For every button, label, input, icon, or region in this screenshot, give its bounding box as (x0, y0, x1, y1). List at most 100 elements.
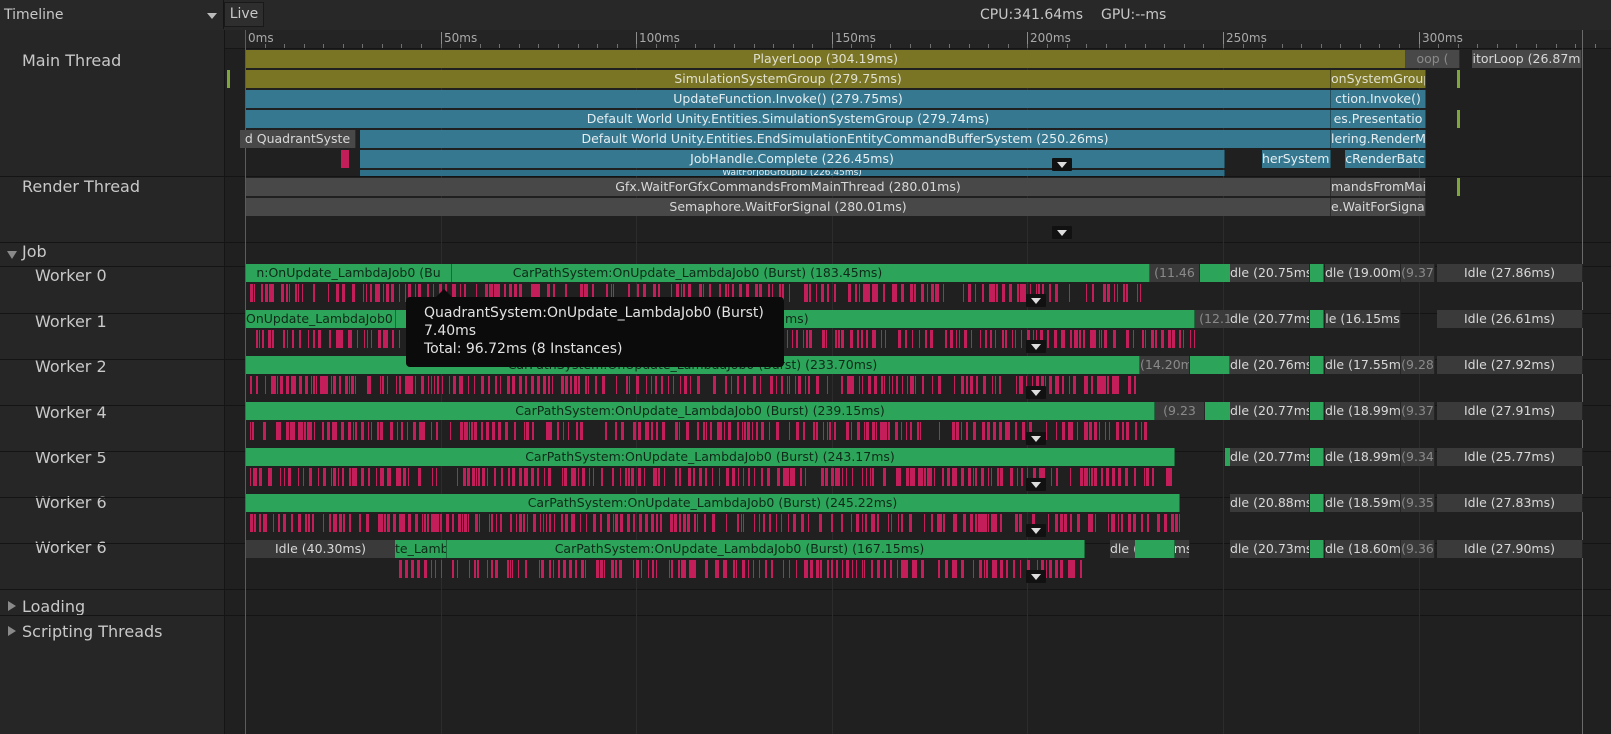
collapsed-icon[interactable] (8, 626, 16, 636)
idle-bar[interactable]: Idle (27.83ms) (1437, 494, 1583, 512)
jobhandle-complete-bar[interactable]: JobHandle.Complete (226.45ms) (360, 150, 1225, 168)
expand-worker-button[interactable] (1026, 340, 1046, 353)
carpath-job-bar[interactable]: CarPathSystem:OnUpdate_LambdaJob0 (Burst… (246, 494, 1180, 512)
idle-bar[interactable]: Idle (27.91ms) (1437, 402, 1583, 420)
update-function-bar-2[interactable]: ction.Invoke() (1331, 90, 1426, 108)
group-label-scripting[interactable]: Scripting Threads (22, 622, 163, 641)
job-mark (1126, 284, 1128, 302)
view-mode-dropdown[interactable]: Timeline (0, 0, 224, 29)
group-label-loading[interactable]: Loading (22, 597, 85, 616)
idle-bar-dim[interactable]: (9.36 (1401, 540, 1435, 558)
simulation-system-group-bar[interactable]: Default World Unity.Entities.SimulationS… (246, 110, 1331, 128)
idle-bar[interactable]: le (16.15ms (1325, 310, 1401, 328)
collapsed-icon[interactable] (8, 601, 16, 611)
idle-bar[interactable]: dle (19.00ms (1325, 264, 1401, 282)
idle-bar[interactable]: dle (20.73ms (1230, 540, 1310, 558)
live-button[interactable]: Live (224, 2, 264, 27)
job-mark (252, 422, 254, 440)
update-function-bar[interactable]: UpdateFunction.Invoke() (279.75ms) (246, 90, 1331, 108)
main-bar-dim[interactable]: oop ( (1406, 50, 1460, 68)
expand-worker-button[interactable] (1026, 386, 1046, 399)
job-mark (914, 560, 917, 578)
idle-bar-dim[interactable]: (9.37 (1401, 402, 1435, 420)
thread-label-worker-6b[interactable]: Worker 6 (35, 538, 107, 557)
job-bar-small[interactable] (1310, 494, 1324, 512)
dispatcher-system-bar[interactable]: herSystem ( (1262, 150, 1331, 168)
carpath-job-bar[interactable]: CarPathSystem:OnUpdate_LambdaJob0 (Burst… (246, 402, 1155, 420)
end-simulation-ecb-bar[interactable]: Default World Unity.Entities.EndSimulati… (360, 130, 1331, 148)
thread-label-worker-1[interactable]: Worker 1 (35, 312, 107, 331)
quadrant-job-bar[interactable]: OnUpdate_LambdaJob0 ( (246, 310, 396, 328)
idle-bar[interactable]: dle (20.77ms (1230, 448, 1310, 466)
gfx-wait-bar[interactable]: Gfx.WaitForGfxCommandsFromMainThread (28… (246, 178, 1331, 196)
expand-main-thread-button[interactable] (1052, 158, 1072, 171)
ruler-minor-tick (1556, 44, 1557, 48)
expand-worker-button[interactable] (1026, 570, 1046, 583)
expand-worker-button[interactable] (1026, 478, 1046, 491)
idle-bar[interactable]: dle (18.99ms (1325, 402, 1401, 420)
job-bar-small[interactable] (1310, 264, 1324, 282)
job-mark (1090, 514, 1093, 532)
idle-bar[interactable]: dle (20.77ms (1230, 402, 1310, 420)
idle-bar-dim[interactable]: (9.23 (1155, 402, 1205, 420)
job-mark (256, 330, 258, 348)
quadrant-job-bar[interactable]: te_Lamb (395, 540, 447, 558)
idle-bar[interactable]: dle (18.60ms (1325, 540, 1401, 558)
idle-bar[interactable]: dle (20.75ms (1230, 264, 1310, 282)
idle-bar[interactable]: dle (20.88ms (1230, 494, 1310, 512)
job-bar-small[interactable] (1310, 310, 1324, 328)
thread-label-main[interactable]: Main Thread (22, 51, 121, 70)
presentation-group-bar[interactable]: onSystemGroup (1331, 70, 1426, 88)
presentation-bar[interactable]: es.Presentatio (1331, 110, 1426, 128)
idle-bar[interactable]: dle (20.76ms (1230, 356, 1310, 374)
idle-bar-dim[interactable]: (11.46 (1150, 264, 1200, 282)
job-bar-small[interactable] (1310, 356, 1324, 374)
idle-bar[interactable]: dle (18.59ms (1325, 494, 1401, 512)
wait-for-job-group-bar[interactable]: WaitForJobGroupID (226.45ms) (360, 170, 1225, 176)
carpath-job-bar[interactable]: CarPathSystem:OnUpdate_LambdaJob0 (Burst… (395, 540, 1085, 558)
carpath-job-bar[interactable]: CarPathSystem:OnUpdate_LambdaJob0 (Burst… (246, 448, 1175, 466)
idle-bar[interactable]: Idle (27.90ms) (1437, 540, 1583, 558)
idle-bar-dim[interactable]: (9.28 (1401, 356, 1435, 374)
thread-label-worker-6[interactable]: Worker 6 (35, 493, 107, 512)
idle-bar[interactable]: dle (18.99ms (1325, 448, 1401, 466)
render-batch-bar[interactable]: cRenderBatc (1345, 150, 1426, 168)
idle-bar[interactable]: Idle (40.30ms) (246, 540, 396, 558)
gfx-wait-bar-2[interactable]: mandsFromMai (1331, 178, 1426, 196)
playerloop-bar[interactable]: PlayerLoop (304.19ms) (246, 50, 1406, 68)
expand-render-thread-button[interactable] (1052, 226, 1072, 239)
idle-bar-dim[interactable]: (14.20m (1140, 356, 1190, 374)
thread-label-render[interactable]: Render Thread (22, 177, 140, 196)
idle-bar[interactable]: dle (17.55m (1325, 356, 1401, 374)
job-mark (1141, 514, 1143, 532)
quadrant-job-bar[interactable]: n:OnUpdate_LambdaJob0 (Bu (246, 264, 452, 282)
expand-icon[interactable] (7, 251, 17, 259)
quadrant-system-bar[interactable]: d QuadrantSyste (240, 130, 356, 148)
idle-bar[interactable]: Idle (25.77ms) (1437, 448, 1583, 466)
thread-label-worker-0[interactable]: Worker 0 (35, 266, 107, 285)
expand-worker-button[interactable] (1026, 524, 1046, 537)
timeline-area[interactable]: 0ms 50ms 100ms 150ms 200ms 250ms 300ms PlayerL… (225, 30, 1611, 734)
job-bar-small[interactable] (1310, 448, 1324, 466)
rendermesh-bar[interactable]: lering.RenderM (1331, 130, 1426, 148)
semaphore-wait-bar[interactable]: Semaphore.WaitForSignal (280.01ms) (246, 198, 1331, 216)
idle-bar-dim[interactable]: (9.35 (1401, 494, 1435, 512)
simulation-group-bar[interactable]: SimulationSystemGroup (279.75ms) (246, 70, 1331, 88)
main-bar-editorloop[interactable]: itorLoop (26.87m (1472, 50, 1582, 68)
expand-worker-button[interactable] (1026, 432, 1046, 445)
idle-bar-dim[interactable]: (9.37 (1401, 264, 1435, 282)
job-bar-small[interactable] (1135, 540, 1175, 558)
job-bar-small[interactable] (1310, 402, 1324, 420)
idle-bar[interactable]: Idle (26.61ms) (1437, 310, 1583, 328)
idle-bar[interactable]: Idle (27.86ms) (1437, 264, 1583, 282)
job-mark (505, 422, 508, 440)
idle-bar-dim[interactable]: (9.34 (1401, 448, 1435, 466)
expand-worker-button[interactable] (1026, 294, 1046, 307)
semaphore-wait-bar-2[interactable]: e.WaitForSignal (1331, 198, 1426, 216)
idle-bar[interactable]: Idle (27.92ms) (1437, 356, 1583, 374)
job-bar-small[interactable] (1190, 356, 1230, 374)
job-bar-small[interactable] (1310, 540, 1324, 558)
idle-bar[interactable]: dle (20.77ms (1230, 310, 1310, 328)
time-ruler[interactable]: 0ms 50ms 100ms 150ms 200ms 250ms 300ms (225, 30, 1611, 49)
group-label-job[interactable]: Job (22, 242, 47, 261)
